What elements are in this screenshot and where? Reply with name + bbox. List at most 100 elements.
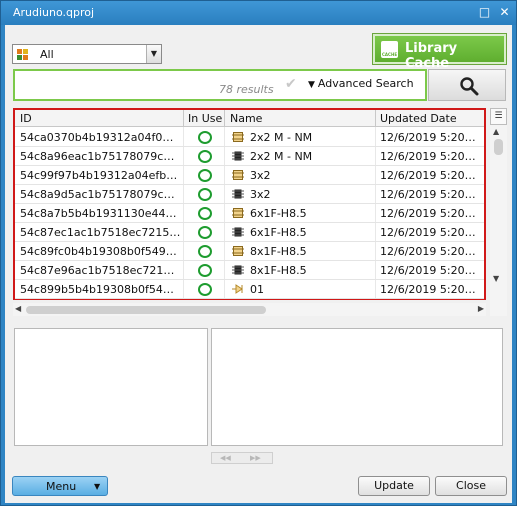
advanced-search-toggle[interactable]: ▼ Advanced Search xyxy=(308,77,414,90)
cell-id: 54c899b5b4b19308b0f54… xyxy=(20,283,174,296)
footprint-icon xyxy=(232,169,244,181)
category-select[interactable]: All ▼ xyxy=(12,44,162,64)
column-header-updated-date[interactable]: Updated Date xyxy=(380,112,457,125)
table-row[interactable]: 54c89fc0b4b19308b0f549… 8x1F-H8.5 12/6/201… xyxy=(15,242,484,261)
cell-name: 6x1F-H8.5 xyxy=(250,207,307,220)
magnifier-icon xyxy=(460,77,479,96)
cell-id: 54c89fc0b4b19308b0f549… xyxy=(20,245,177,258)
horizontal-scroll-thumb[interactable] xyxy=(26,306,266,314)
in-use-indicator-icon xyxy=(198,131,212,144)
scroll-down-icon[interactable]: ▼ xyxy=(493,274,499,283)
table-row[interactable]: 54c87e96ac1b7518ec721… 8x1F-H8.5 12/6/2019… xyxy=(15,261,484,280)
next-page-icon[interactable]: ▶▶ xyxy=(250,454,261,462)
symbol-preview-panel xyxy=(14,328,208,446)
column-divider[interactable] xyxy=(375,110,376,127)
column-chooser-icon[interactable]: ☰ xyxy=(490,108,507,125)
cache-icon: CACHE xyxy=(381,41,398,58)
scroll-right-icon[interactable]: ▶ xyxy=(478,304,484,313)
cell-updated-date: 12/6/2019 5:20… xyxy=(380,283,476,296)
chip-icon xyxy=(232,150,244,162)
grid-header: ID In Use Name Updated Date xyxy=(15,110,484,127)
cell-id: 54c87ec1ac1b7518ec7215… xyxy=(20,226,180,239)
cell-name: 6x1F-H8.5 xyxy=(250,226,307,239)
column-header-name[interactable]: Name xyxy=(230,112,262,125)
cell-name: 3x2 xyxy=(250,169,271,182)
column-header-in-use[interactable]: In Use xyxy=(188,112,222,125)
table-row[interactable]: 54c8a7b5b4b1931130e44… 6x1F-H8.5 12/6/2019… xyxy=(15,204,484,223)
vertical-scrollbar[interactable]: ☰ ▲ ▼ xyxy=(490,108,507,316)
in-use-indicator-icon xyxy=(198,226,212,239)
horizontal-scrollbar[interactable]: ◀ ▶ xyxy=(13,303,486,316)
cell-updated-date: 12/6/2019 5:20… xyxy=(380,207,476,220)
category-grid-icon xyxy=(17,49,29,60)
scroll-left-icon[interactable]: ◀ xyxy=(15,304,21,313)
maximize-icon[interactable]: □ xyxy=(477,5,492,20)
column-header-id[interactable]: ID xyxy=(20,112,32,125)
cell-id: 54ca0370b4b19312a04f0… xyxy=(20,131,174,144)
symbol-icon xyxy=(232,283,244,295)
footprint-icon xyxy=(232,207,244,219)
check-icon[interactable]: ✔ xyxy=(285,76,297,92)
column-divider[interactable] xyxy=(224,110,225,127)
close-icon[interactable]: ✕ xyxy=(497,5,512,20)
previous-page-icon[interactable]: ◀◀ xyxy=(220,454,231,462)
menu-label: Menu xyxy=(46,480,77,493)
cell-id: 54c8a9d5ac1b75178079c… xyxy=(20,188,175,201)
table-row[interactable]: 54c899b5b4b19308b0f54… 01 12/6/2019 5:20… xyxy=(15,280,484,299)
table-row[interactable]: 54ca0370b4b19312a04f0… 2x2 M - NM 12/6/201… xyxy=(15,128,484,147)
cell-id: 54c87e96ac1b7518ec721… xyxy=(20,264,175,277)
library-cache-button[interactable]: CACHE Library Cache xyxy=(372,33,507,71)
category-selected-value: All xyxy=(40,48,54,61)
footprint-icon xyxy=(232,131,244,143)
chevron-down-icon[interactable]: ▼ xyxy=(146,45,161,63)
in-use-indicator-icon xyxy=(198,169,212,182)
chip-icon xyxy=(232,264,244,276)
parts-grid: ID In Use Name Updated Date 54ca0370b4b1… xyxy=(13,108,486,300)
chip-icon xyxy=(232,226,244,238)
cell-updated-date: 12/6/2019 5:20… xyxy=(380,226,476,239)
vertical-scroll-thumb[interactable] xyxy=(494,139,503,155)
cell-id: 54c8a7b5b4b1931130e44… xyxy=(20,207,177,220)
in-use-indicator-icon xyxy=(198,264,212,277)
dialog-body: All ▼ CACHE Library Cache 78 results ✔ ▼… xyxy=(5,25,512,503)
in-use-indicator-icon xyxy=(198,245,212,258)
cell-id: 54c99f97b4b19312a04efb… xyxy=(20,169,178,182)
cell-updated-date: 12/6/2019 5:20… xyxy=(380,150,476,163)
cell-name: 2x2 M - NM xyxy=(250,131,313,144)
window-title: Arudiuno.qproj xyxy=(13,6,95,19)
column-divider[interactable] xyxy=(183,110,184,127)
cell-name: 3x2 xyxy=(250,188,271,201)
in-use-indicator-icon xyxy=(198,207,212,220)
in-use-indicator-icon xyxy=(198,283,212,296)
search-input[interactable]: 78 results ✔ ▼ Advanced Search xyxy=(13,69,427,101)
footprint-preview-panel xyxy=(211,328,503,446)
preview-pager[interactable]: ◀◀ ▶▶ xyxy=(211,452,273,464)
cell-name: 8x1F-H8.5 xyxy=(250,245,307,258)
menu-button[interactable]: Menu ▼ xyxy=(12,476,108,496)
cell-updated-date: 12/6/2019 5:20… xyxy=(380,131,476,144)
cell-name: 8x1F-H8.5 xyxy=(250,264,307,277)
cell-id: 54c8a96eac1b75178079c… xyxy=(20,150,175,163)
footprint-icon xyxy=(232,245,244,257)
library-cache-label: Library Cache xyxy=(405,41,458,71)
scroll-up-icon[interactable]: ▲ xyxy=(493,127,499,136)
table-row[interactable]: 54c8a9d5ac1b75178079c… 3x2 12/6/2019 5:20… xyxy=(15,185,484,204)
cell-updated-date: 12/6/2019 5:20… xyxy=(380,264,476,277)
table-row[interactable]: 54c99f97b4b19312a04efb… 3x2 12/6/2019 5:20… xyxy=(15,166,484,185)
in-use-indicator-icon xyxy=(198,150,212,163)
chevron-down-icon: ▼ xyxy=(94,482,101,491)
search-button[interactable] xyxy=(428,69,506,101)
close-button[interactable]: Close xyxy=(435,476,507,496)
cell-updated-date: 12/6/2019 5:20… xyxy=(380,188,476,201)
cell-updated-date: 12/6/2019 5:20… xyxy=(380,169,476,182)
chip-icon xyxy=(232,188,244,200)
advanced-search-label: Advanced Search xyxy=(317,77,414,90)
results-count: 78 results xyxy=(219,83,274,96)
cell-updated-date: 12/6/2019 5:20… xyxy=(380,245,476,258)
table-row[interactable]: 54c87ec1ac1b7518ec7215… 6x1F-H8.5 12/6/201… xyxy=(15,223,484,242)
update-button[interactable]: Update xyxy=(358,476,430,496)
in-use-indicator-icon xyxy=(198,188,212,201)
title-bar[interactable]: Arudiuno.qproj □ ✕ xyxy=(1,1,516,25)
table-row[interactable]: 54c8a96eac1b75178079c… 2x2 M - NM 12/6/201… xyxy=(15,147,484,166)
cell-name: 2x2 M - NM xyxy=(250,150,313,163)
